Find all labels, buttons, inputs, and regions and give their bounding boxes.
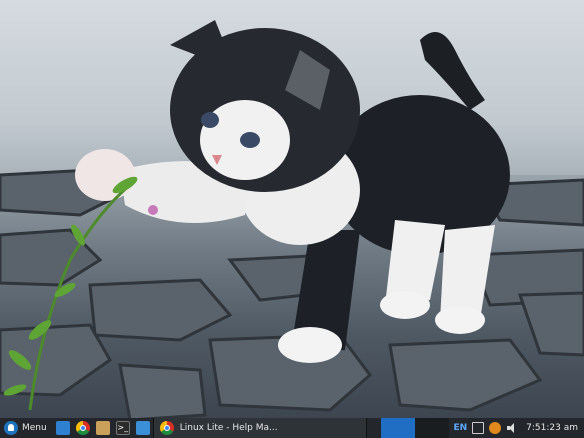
updates-icon[interactable] — [489, 422, 502, 434]
taskbar: Menu >_ Linux Lite - Help Ma... EN 7:51:… — [0, 418, 584, 438]
keyboard-layout-indicator[interactable]: EN — [453, 423, 467, 433]
chrome-icon — [159, 421, 174, 435]
calculator-icon — [135, 421, 150, 435]
clock[interactable]: 7:51:23 am — [522, 418, 584, 438]
workspace-2[interactable] — [415, 418, 450, 438]
taskbar-window-button[interactable]: Linux Lite - Help Ma... — [152, 418, 367, 438]
terminal-icon: >_ — [115, 421, 130, 435]
file-manager-launcher[interactable] — [93, 418, 113, 438]
system-tray: EN — [449, 418, 522, 438]
calculator-launcher[interactable] — [133, 418, 153, 438]
kitten-illustration — [3, 20, 510, 411]
terminal-launcher[interactable]: >_ — [113, 418, 133, 438]
chrome-icon — [75, 421, 90, 435]
menu-label: Menu — [22, 423, 47, 433]
show-desktop-icon — [55, 421, 70, 435]
desktop-wallpaper — [0, 0, 584, 418]
show-desktop-launcher[interactable] — [53, 418, 73, 438]
chrome-launcher[interactable] — [73, 418, 93, 438]
workspace-1[interactable] — [381, 418, 416, 438]
menu-button[interactable]: Menu — [0, 418, 53, 438]
file-manager-icon — [95, 421, 110, 435]
display-icon[interactable] — [472, 422, 485, 434]
volume-icon[interactable] — [506, 422, 518, 434]
linux-lite-logo-icon — [4, 421, 18, 435]
task-label: Linux Lite - Help Ma... — [179, 423, 278, 433]
